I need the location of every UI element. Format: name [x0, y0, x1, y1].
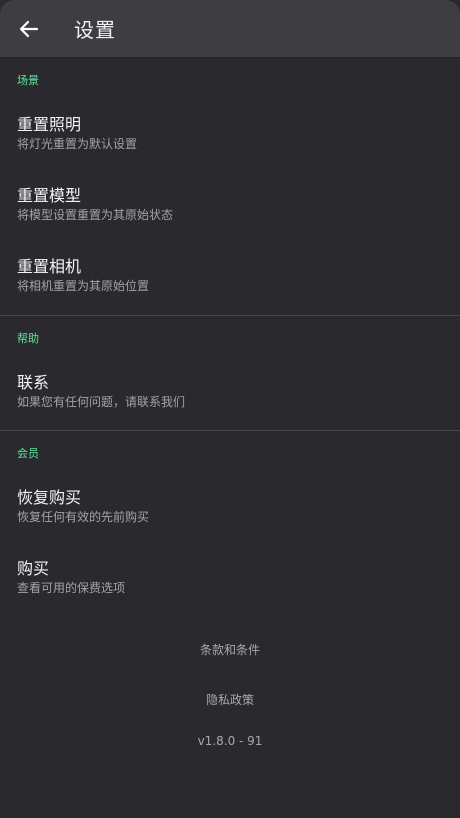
- arrow-left-icon: [19, 20, 39, 37]
- back-button[interactable]: [0, 0, 58, 58]
- privacy-link[interactable]: 隐私政策: [0, 692, 460, 708]
- item-subtitle: 将模型设置重置为其原始状态: [17, 207, 174, 222]
- reset-model-item[interactable]: 重置模型 将模型设置重置为其原始状态: [0, 168, 460, 239]
- purchase-item[interactable]: 购买 查看可用的保费选项: [0, 541, 460, 612]
- item-title: 购买: [17, 558, 50, 578]
- section-header-membership: 会员: [17, 447, 39, 460]
- app-bar: 设置: [0, 0, 460, 58]
- item-title: 重置相机: [17, 256, 82, 276]
- item-title: 联系: [17, 372, 50, 392]
- item-title: 重置模型: [17, 185, 82, 205]
- reset-camera-item[interactable]: 重置相机 将相机重置为其原始位置: [0, 239, 460, 310]
- item-title: 重置照明: [17, 114, 82, 134]
- item-subtitle: 查看可用的保费选项: [17, 580, 126, 595]
- item-subtitle: 将相机重置为其原始位置: [17, 278, 150, 293]
- item-subtitle: 恢复任何有效的先前购买: [17, 509, 150, 524]
- terms-link[interactable]: 条款和条件: [0, 642, 460, 658]
- page-title: 设置: [74, 18, 116, 42]
- item-subtitle: 将灯光重置为默认设置: [17, 136, 138, 151]
- restore-purchase-item[interactable]: 恢复购买 恢复任何有效的先前购买: [0, 470, 460, 541]
- reset-lighting-item[interactable]: 重置照明 将灯光重置为默认设置: [0, 97, 460, 168]
- item-title: 恢复购买: [17, 487, 82, 507]
- version-label: v1.8.0 - 91: [197, 734, 263, 748]
- settings-screen: 设置 场景 重置照明 将灯光重置为默认设置 重置模型 将模型设置重置为其原始状态…: [0, 0, 460, 818]
- item-subtitle: 如果您有任何问题，请联系我们: [17, 394, 186, 409]
- contact-item[interactable]: 联系 如果您有任何问题，请联系我们: [0, 355, 460, 426]
- section-header-scene: 场景: [17, 74, 39, 87]
- section-header-help: 帮助: [17, 332, 39, 345]
